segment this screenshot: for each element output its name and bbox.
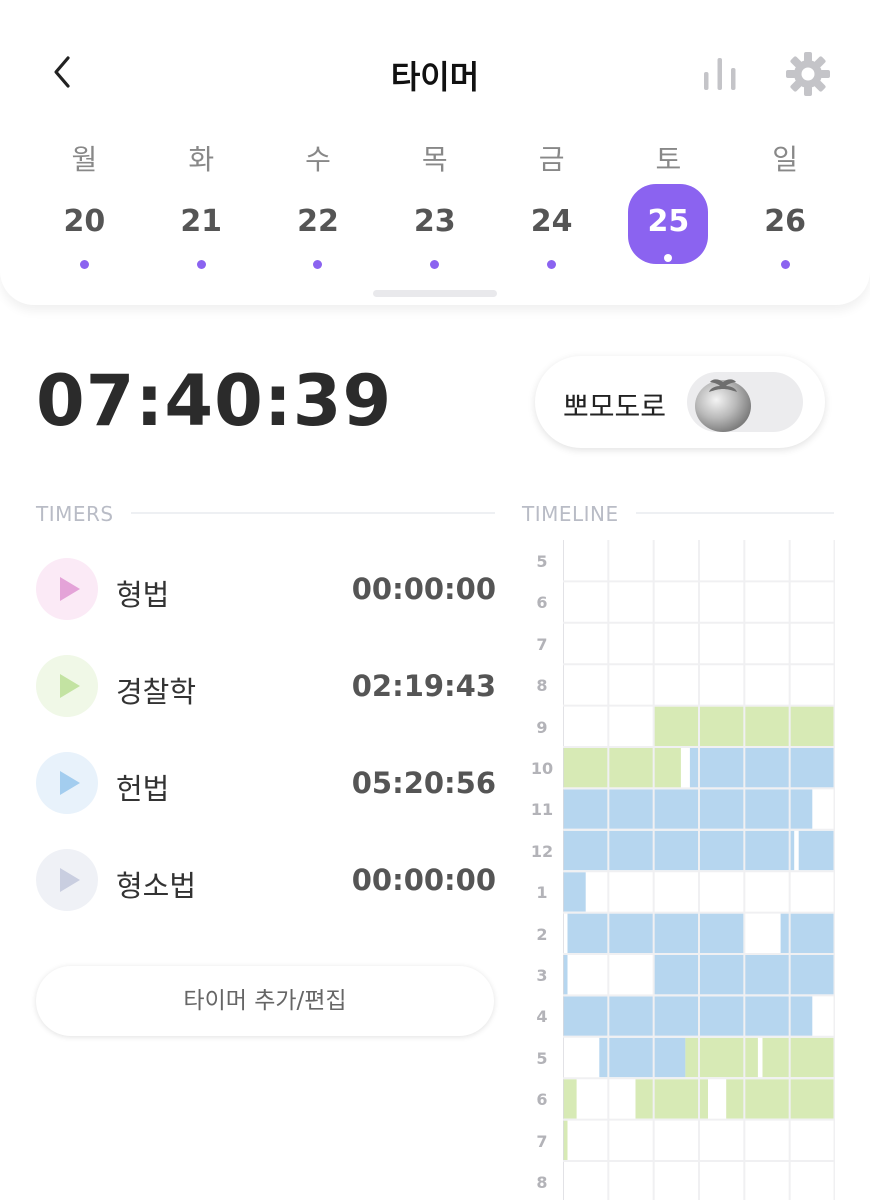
hour-label: 8 xyxy=(536,1173,548,1192)
day-name: 토 xyxy=(655,143,682,176)
timeline-block xyxy=(563,830,795,871)
hour-label: 6 xyxy=(536,1090,548,1110)
play-icon xyxy=(60,868,80,892)
timeline-block xyxy=(798,830,835,871)
activity-dot xyxy=(196,260,206,269)
play-button[interactable] xyxy=(36,558,98,620)
play-button[interactable] xyxy=(36,849,98,911)
day-name: 월 xyxy=(71,143,98,176)
timeline-block xyxy=(567,913,745,953)
day-name: 목 xyxy=(421,143,448,176)
day-20[interactable]: 월 20 xyxy=(26,138,143,278)
timer-item[interactable]: 형소법 00:00:00 xyxy=(36,849,496,913)
pomodoro-toggle[interactable]: 뽀모도로 xyxy=(535,356,825,448)
timer-time: 00:00:00 xyxy=(351,572,496,606)
timer-name: 형소법 xyxy=(116,869,197,903)
day-24[interactable]: 금 24 xyxy=(493,138,610,278)
timers-divider xyxy=(131,512,495,514)
day-number: 25 xyxy=(647,204,690,239)
timer-item[interactable]: 형법 00:00:00 xyxy=(36,558,496,622)
day-name: 수 xyxy=(305,143,331,176)
day-number: 21 xyxy=(180,204,223,239)
timeline-block xyxy=(563,996,813,1036)
day-22[interactable]: 수 22 xyxy=(260,138,377,278)
day-name: 화 xyxy=(188,143,215,176)
timer-time: 05:20:56 xyxy=(351,766,496,800)
timer-name: 헌법 xyxy=(116,772,170,806)
week-strip: 월 20 화 21 수 22 목 23 금 24 토 25 일 26 xyxy=(26,138,844,278)
timeline: 5 6 7 8 9 10 11 12 1 2 3 4 5 6 7 8 xyxy=(520,540,840,1200)
timeline-section-label: TIMELINE xyxy=(522,502,619,526)
hour-label: 4 xyxy=(536,1007,548,1027)
timers-section-label: TIMERS xyxy=(36,502,114,526)
day-23[interactable]: 목 23 xyxy=(376,138,493,278)
day-name: 금 xyxy=(538,143,565,176)
hour-label: 5 xyxy=(536,552,548,571)
day-number: 22 xyxy=(297,204,339,239)
timeline-block xyxy=(685,1037,758,1078)
hour-label: 3 xyxy=(536,966,548,985)
timer-time: 02:19:43 xyxy=(351,669,496,703)
day-number: 23 xyxy=(413,204,456,239)
play-button[interactable] xyxy=(36,655,98,717)
timeline-block xyxy=(635,1079,708,1119)
timeline-block xyxy=(563,1079,577,1119)
hour-label: 2 xyxy=(536,924,548,944)
pomodoro-label: 뽀모도로 xyxy=(563,390,667,423)
add-edit-timer-button[interactable]: 타이머 추가/편집 xyxy=(36,966,494,1036)
day-name: 일 xyxy=(772,143,799,176)
timer-name: 경찰학 xyxy=(116,675,197,709)
play-button[interactable] xyxy=(36,752,98,814)
activity-dot xyxy=(79,260,89,269)
day-number: 20 xyxy=(63,204,106,239)
timeline-block xyxy=(726,1079,835,1119)
header: 타이머 월 20 화 21 수 22 목 23 금 24 토 25 일 26 xyxy=(0,0,870,305)
activity-dot xyxy=(313,260,323,269)
activity-dot xyxy=(547,260,557,269)
drag-handle[interactable] xyxy=(373,290,497,297)
hour-label: 7 xyxy=(536,634,548,654)
hour-label: 11 xyxy=(530,800,554,820)
hour-label: 5 xyxy=(536,1048,548,1068)
day-25[interactable]: 토 25 xyxy=(610,138,727,278)
activity-dot xyxy=(430,260,440,269)
play-icon xyxy=(60,674,80,698)
timeline-block xyxy=(762,1037,835,1078)
gear-icon[interactable] xyxy=(784,50,832,98)
tomato-knob-icon[interactable] xyxy=(690,370,756,436)
hour-label: 12 xyxy=(530,841,554,861)
hour-label: 8 xyxy=(536,676,548,696)
day-26[interactable]: 일 26 xyxy=(727,138,844,278)
hour-label: 10 xyxy=(530,759,554,778)
timer-name: 형법 xyxy=(116,578,170,612)
timer-time: 00:00:00 xyxy=(351,863,496,897)
timer-item[interactable]: 경찰학 02:19:43 xyxy=(36,655,496,719)
timeline-block xyxy=(689,748,835,788)
hour-label: 7 xyxy=(536,1131,548,1151)
day-number: 24 xyxy=(530,204,573,239)
hour-label: 6 xyxy=(536,593,548,613)
timeline-divider xyxy=(636,512,834,514)
activity-dot xyxy=(780,260,790,269)
timeline-block xyxy=(563,748,681,788)
total-elapsed-time: 07:40:39 xyxy=(36,360,393,442)
play-icon xyxy=(60,577,80,601)
timeline-block xyxy=(563,872,586,912)
day-21[interactable]: 화 21 xyxy=(143,138,260,278)
timeline-grid xyxy=(563,540,835,1200)
hour-label: 1 xyxy=(536,883,548,903)
timeline-block xyxy=(563,789,813,829)
timer-item[interactable]: 헌법 05:20:56 xyxy=(36,752,496,816)
day-number: 26 xyxy=(764,204,807,239)
timeline-block xyxy=(599,1037,686,1078)
bar-chart-icon[interactable] xyxy=(700,54,740,94)
play-icon xyxy=(60,771,80,795)
hour-label: 9 xyxy=(536,717,548,737)
